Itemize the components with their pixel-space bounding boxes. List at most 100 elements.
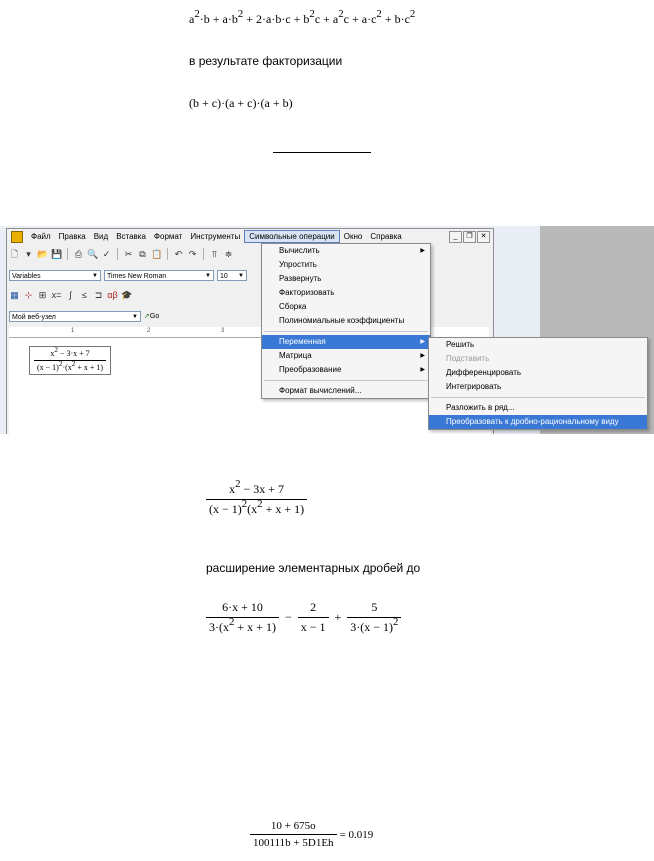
open-folder-icon[interactable]: 📂 [37,249,48,260]
term1-denominator: 3·(x2 + x + 1) [206,616,279,635]
term3-denominator: 3·(x − 1)2 [347,616,402,635]
menu-item-evaluation-format[interactable]: Формат вычислений... [262,384,430,398]
dropdown-arrow-icon[interactable]: ▾ [23,249,34,260]
undo-icon[interactable]: ↶ [173,249,184,260]
submenu-item-substitute: Подставить [446,354,490,363]
save-icon[interactable]: 💾 [51,249,62,260]
partial-fraction-caption: расширение элементарных дробей до [206,561,421,575]
menu-divider [264,380,428,381]
cut-icon[interactable]: ✂ [123,249,134,260]
separator-line [273,152,371,153]
factorization-caption: в результате факторизации [189,54,343,68]
go-button[interactable]: ➚Go [144,312,159,320]
boolean-icon[interactable]: ≤ [79,290,90,301]
submenu-item-expand-series[interactable]: Разложить в ряд... [429,401,647,415]
app-screenshot: Файл Правка Вид Вставка Формат Инструмен… [0,226,654,434]
chevron-down-icon: ▼ [205,272,211,279]
url-select-value: Мой веб-узел [12,313,56,321]
term1-numerator: 6·x + 10 [222,600,263,614]
term2-denominator: x − 1 [297,617,329,635]
toolbar-divider [117,248,118,260]
term2-numerator: 2 [310,600,317,614]
menu-tools[interactable]: Инструменты [186,231,244,242]
redo-icon[interactable]: ↷ [187,249,198,260]
menu-window[interactable]: Окно [340,231,367,242]
greek-icon[interactable]: αβ [107,290,118,301]
copy-icon[interactable]: ⧉ [137,249,148,260]
menu-view[interactable]: Вид [90,231,112,242]
toolbar-divider [167,248,168,260]
partial-term-2: 2 x − 1 [297,600,329,635]
formatting-toolbar: Variables ▼ Times New Roman ▼ 10 ▼ [9,267,247,283]
spellcheck-icon[interactable]: ✓ [101,249,112,260]
menu-item-simplify[interactable]: Упростить [262,258,430,272]
evaluation-icon[interactable]: x= [51,290,62,301]
chevron-down-icon: ▼ [132,313,138,320]
menu-item-factor[interactable]: Факторизовать [262,286,430,300]
app-icon[interactable] [11,230,23,243]
calculator-icon[interactable]: ▦ [9,290,20,301]
font-size-value: 10 [220,272,228,280]
window-controls: _ ❐ ✕ [449,231,490,243]
menu-file[interactable]: Файл [27,231,55,242]
ruler-mark: 1 [71,328,75,334]
font-size-select[interactable]: 10 ▼ [217,269,247,281]
worksheet-numerator: x2 − 3·x + 7 [50,346,90,358]
submenu-arrow-icon: ▶ [420,353,425,359]
align-bottom-icon[interactable]: ≑ [223,249,234,260]
math-toolbar: ▦ ⊹ ⊞ x= ∫ ≤ ⊐ αβ 🎓 [9,287,132,303]
menu-symbolics[interactable]: Символьные операции [244,230,340,243]
restore-icon[interactable]: ❐ [463,231,476,243]
menu-item-transform[interactable]: Преобразование ▶ [262,363,430,377]
rational-denominator: (x − 1)2(x2 + x + 1) [206,498,308,517]
variable-submenu: Решить Подставить Дифференцировать Интег… [428,337,648,430]
submenu-item-solve[interactable]: Решить [429,338,647,352]
menu-item-polynomial-coefficients[interactable]: Полиномиальные коэффициенты [262,314,430,328]
menu-item-variable[interactable]: Переменная ▶ [262,335,430,349]
style-select-value: Variables [12,272,41,280]
rational-fraction: x2 − 3x + 7 (x − 1)2(x2 + x + 1) [206,478,308,517]
align-top-icon[interactable]: ⫪ [209,249,220,260]
calculus-icon[interactable]: ∫ [65,290,76,301]
toolbar-divider [67,248,68,260]
minimize-icon[interactable]: _ [449,231,462,243]
chevron-down-icon: ▼ [92,272,98,279]
submenu-item-integrate[interactable]: Интегрировать [429,380,647,394]
menu-divider [264,331,428,332]
menu-item-expand[interactable]: Развернуть [262,272,430,286]
style-select[interactable]: Variables ▼ [9,269,101,281]
matrix-icon[interactable]: ⊞ [37,290,48,301]
menu-help[interactable]: Справка [366,231,405,242]
menu-format[interactable]: Формат [150,231,186,242]
selected-expression[interactable]: x2 − 3·x + 7 (x − 1)2·(x2 + x + 1) [29,346,112,375]
graph-icon[interactable]: ⊹ [23,290,34,301]
menu-edit[interactable]: Правка [55,231,90,242]
paste-icon[interactable]: 📋 [151,249,162,260]
factored-expression: (b + c)·(a + c)·(a + b) [189,96,293,110]
submenu-item-convert-partial-fraction[interactable]: Преобразовать к дробно-рациональному вид… [429,415,647,429]
font-select[interactable]: Times New Roman ▼ [104,269,214,281]
radix-expression: 10 + 675o 100111b + 5D1Eh = 0.019 [250,820,373,849]
programming-icon[interactable]: ⊐ [93,290,104,301]
menu-item-matrix[interactable]: Матрица ▶ [262,349,430,363]
rational-expression: x2 − 3x + 7 (x − 1)2(x2 + x + 1) [206,478,308,517]
new-file-icon[interactable]: 🗋 [9,249,20,260]
term3-numerator: 5 [371,600,378,614]
menu-item-collect[interactable]: Сборка [262,300,430,314]
menu-insert[interactable]: Вставка [112,231,150,242]
web-toolbar: Мой веб-узел ▼ ➚Go [9,308,159,324]
toolbar-divider [203,248,204,260]
submenu-arrow-icon: ▶ [420,248,425,254]
rational-numerator: x2 − 3x + 7 [229,478,285,496]
chevron-down-icon: ▼ [238,272,244,279]
partial-fraction-result: 6·x + 10 3·(x2 + x + 1) − 2 x − 1 + 5 3·… [206,600,402,635]
symbolic-keyword-icon[interactable]: 🎓 [121,290,132,301]
submenu-item-differentiate[interactable]: Дифференцировать [429,366,647,380]
url-select[interactable]: Мой веб-узел ▼ [9,310,141,322]
standard-toolbar: 🗋 ▾ 📂 💾 ⎙ 🔍 ✓ ✂ ⧉ 📋 ↶ ↷ ⫪ ≑ [9,246,234,262]
print-icon[interactable]: ⎙ [73,249,84,260]
menu-item-evaluate[interactable]: Вычислить ▶ [262,244,430,258]
go-button-label: Go [149,313,160,320]
print-preview-icon[interactable]: 🔍 [87,249,98,260]
close-icon[interactable]: ✕ [477,231,490,243]
